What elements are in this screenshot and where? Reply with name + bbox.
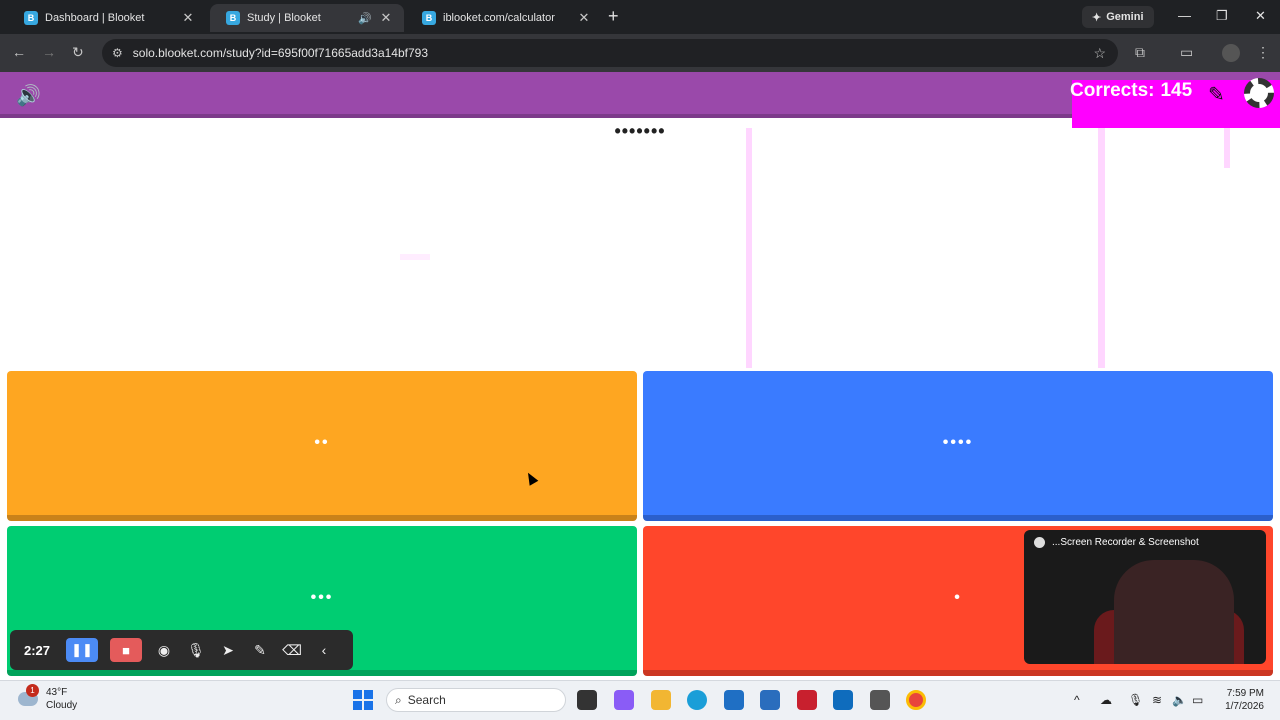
taskbar-search[interactable]: ⌕ Search bbox=[386, 688, 566, 712]
recording-toolbar: 2:27 ❚❚ ■ ◉ 🎙 ➤ ✎ ⌫ ‹ bbox=[10, 630, 353, 670]
clock-time: 7:59 PM bbox=[1226, 688, 1264, 699]
cheat-menu-icon[interactable]: ✎ bbox=[1208, 82, 1225, 107]
webcam-video bbox=[1114, 560, 1234, 664]
onedrive-icon[interactable]: ☁ bbox=[1100, 693, 1112, 707]
tab-calculator[interactable]: B iblooket.com/calculator ✕ bbox=[406, 4, 602, 32]
file-explorer-icon[interactable] bbox=[651, 690, 671, 710]
answer-text: • bbox=[954, 589, 962, 606]
tab-study[interactable]: B Study | Blooket 🔊 ✕ bbox=[210, 4, 404, 32]
tab-title: iblooket.com/calculator bbox=[443, 12, 555, 24]
clock-date: 1/7/2026 bbox=[1225, 701, 1264, 712]
address-bar[interactable]: ⚙ solo.blooket.com/study?id=695f00f71665… bbox=[102, 39, 1118, 67]
chrome-icon[interactable] bbox=[906, 690, 926, 710]
site-info-icon[interactable]: ⚙ bbox=[112, 46, 123, 60]
collapse-chevron-icon[interactable]: ‹ bbox=[314, 642, 334, 658]
maximize-icon[interactable]: ❐ bbox=[1216, 8, 1228, 24]
copilot-icon[interactable] bbox=[614, 690, 634, 710]
tab-dashboard[interactable]: B Dashboard | Blooket ✕ bbox=[8, 4, 206, 32]
pen-icon[interactable]: ✎ bbox=[250, 642, 270, 659]
blooket-favicon-icon: B bbox=[422, 11, 436, 25]
search-label: Search bbox=[407, 693, 446, 707]
render-artifact bbox=[746, 128, 752, 368]
corrects-counter: Corrects: 145 bbox=[1070, 80, 1192, 102]
mcafee-icon[interactable] bbox=[797, 690, 817, 710]
pointer-icon[interactable]: ➤ bbox=[218, 642, 238, 659]
tab-title: Study | Blooket bbox=[247, 12, 321, 24]
reload-icon[interactable]: ↻ bbox=[72, 44, 84, 61]
corrects-value: 145 bbox=[1160, 80, 1193, 101]
corrects-label: Corrects: bbox=[1070, 80, 1155, 101]
render-artifact bbox=[1098, 128, 1105, 368]
blooket-favicon-icon: B bbox=[24, 11, 38, 25]
recording-timer: 2:27 bbox=[24, 642, 51, 658]
question-text: ••••••• bbox=[614, 121, 666, 141]
edge-icon[interactable] bbox=[687, 690, 707, 710]
notification-badge: 1 bbox=[26, 684, 39, 697]
microphone-icon[interactable]: 🎙 bbox=[186, 642, 206, 659]
webcam-icon[interactable]: ◉ bbox=[154, 642, 174, 659]
chevron-up-icon[interactable]: ^ bbox=[1074, 693, 1080, 707]
answer-option-1[interactable]: •• bbox=[7, 371, 637, 521]
sound-icon[interactable]: 🔊 bbox=[16, 83, 41, 108]
profile-avatar[interactable] bbox=[1222, 44, 1240, 62]
webcam-preview[interactable]: ...Screen Recorder & Screenshot bbox=[1024, 530, 1266, 664]
windows-taskbar bbox=[0, 680, 1280, 720]
close-tab-icon[interactable]: ✕ bbox=[378, 10, 394, 26]
store-icon[interactable] bbox=[724, 690, 744, 710]
battery-icon[interactable]: ▭ bbox=[1192, 693, 1203, 707]
close-tab-icon[interactable]: ✕ bbox=[576, 10, 592, 26]
back-arrow-icon[interactable]: ← bbox=[12, 44, 26, 60]
pause-button[interactable]: ❚❚ bbox=[66, 638, 98, 662]
wifi-icon[interactable]: ≋ bbox=[1152, 693, 1162, 707]
tab-audio-icon[interactable]: 🔊 bbox=[358, 12, 372, 25]
forward-arrow-icon[interactable]: → bbox=[42, 44, 56, 60]
render-artifact bbox=[1224, 128, 1230, 168]
gemini-label: Gemini bbox=[1106, 11, 1144, 23]
answer-text: •••• bbox=[942, 434, 974, 451]
menu-kebab-icon[interactable]: ⋮ bbox=[1256, 44, 1270, 61]
camera-icon[interactable] bbox=[870, 690, 890, 710]
url-text[interactable]: solo.blooket.com/study?id=695f00f71665ad… bbox=[133, 46, 1094, 60]
gemini-button[interactable]: ✦ Gemini bbox=[1082, 6, 1154, 28]
gear-icon[interactable] bbox=[1244, 78, 1274, 108]
eraser-icon[interactable]: ⌫ bbox=[282, 642, 302, 659]
globe-icon bbox=[1034, 537, 1045, 548]
search-icon: ⌕ bbox=[395, 692, 402, 707]
render-artifact bbox=[400, 254, 430, 260]
bookmark-star-icon[interactable]: ☆ bbox=[1093, 45, 1106, 62]
tab-title: Dashboard | Blooket bbox=[45, 12, 145, 24]
new-tab-button[interactable]: + bbox=[608, 6, 619, 27]
answer-text: ••• bbox=[310, 589, 334, 606]
answer-text: •• bbox=[314, 434, 330, 451]
vpn-icon[interactable] bbox=[760, 690, 780, 710]
outlook-icon[interactable] bbox=[833, 690, 853, 710]
weather-temp: 43°F bbox=[46, 687, 68, 698]
close-window-icon[interactable]: ✕ bbox=[1255, 8, 1266, 24]
weather-desc: Cloudy bbox=[46, 700, 78, 711]
extensions-icon[interactable]: ⧉ bbox=[1135, 44, 1145, 61]
question-area bbox=[0, 120, 1280, 368]
blooket-favicon-icon: B bbox=[226, 11, 240, 25]
stop-button[interactable]: ■ bbox=[110, 638, 142, 662]
task-view-icon[interactable] bbox=[577, 690, 597, 710]
taskbar-clock[interactable]: 7:59 PM 1/7/2026 bbox=[1214, 687, 1264, 713]
webcam-title: ...Screen Recorder & Screenshot bbox=[1052, 537, 1199, 548]
microphone-icon[interactable]: 🎙 bbox=[1128, 693, 1143, 707]
cast-icon[interactable]: ▭ bbox=[1180, 44, 1193, 61]
sparkle-icon: ✦ bbox=[1092, 11, 1102, 24]
volume-icon[interactable]: 🔈 bbox=[1172, 693, 1187, 707]
minimize-icon[interactable]: — bbox=[1178, 8, 1191, 23]
windows-start-icon[interactable] bbox=[353, 690, 373, 710]
close-tab-icon[interactable]: ✕ bbox=[180, 10, 196, 26]
answer-option-2[interactable]: •••• bbox=[643, 371, 1273, 521]
